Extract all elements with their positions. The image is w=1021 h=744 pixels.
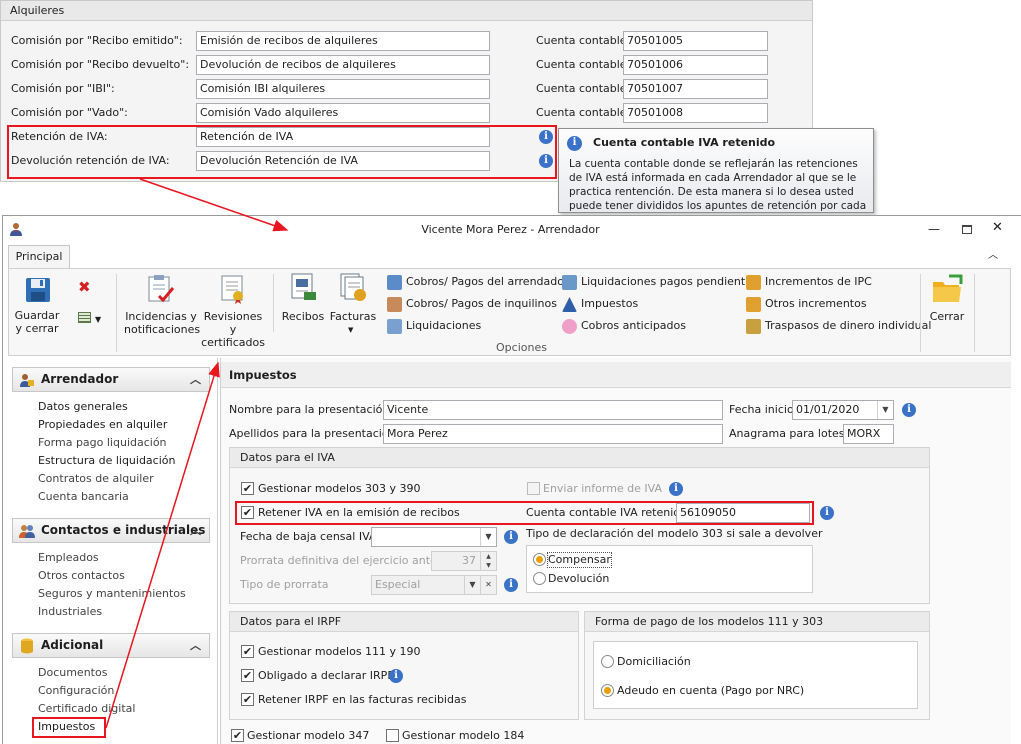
annotation-arrows	[105, 178, 289, 729]
arrow-to-window	[139, 178, 289, 232]
arrow-to-title	[105, 361, 220, 729]
